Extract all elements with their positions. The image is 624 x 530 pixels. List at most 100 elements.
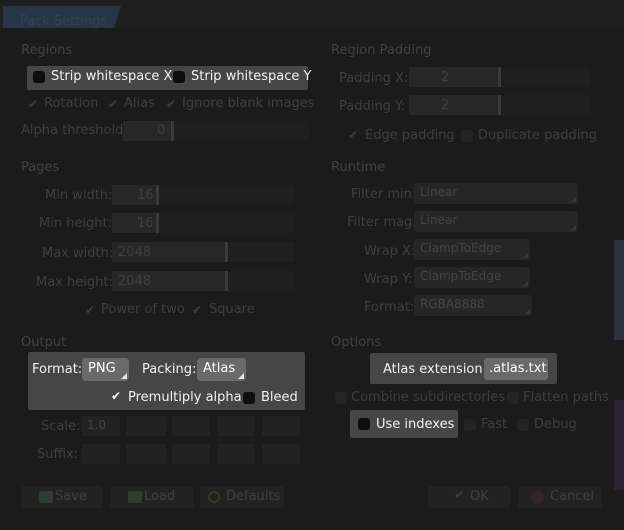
max-width-label: Max width: xyxy=(42,246,114,261)
suffix-field-3[interactable] xyxy=(172,444,210,464)
max-height-handle[interactable] xyxy=(225,271,228,291)
min-height-handle[interactable] xyxy=(156,213,159,233)
duplicate-padding-checkbox[interactable] xyxy=(461,130,473,142)
square-label[interactable]: Square xyxy=(209,302,255,317)
filter-min-label: Filter min: xyxy=(351,187,417,202)
scale-label: Scale: xyxy=(41,419,81,434)
strip-x-checkbox[interactable] xyxy=(33,71,45,83)
scale-field-1[interactable]: 1.0 xyxy=(82,416,120,436)
edge-padding-label[interactable]: Edge padding xyxy=(365,128,455,143)
use-indexes-checkbox[interactable] xyxy=(358,418,370,430)
output-heading: Output xyxy=(21,335,67,350)
ignore-blank-label[interactable]: Ignore blank images xyxy=(182,96,314,111)
suffix-field-5[interactable] xyxy=(262,444,300,464)
max-height-value: 2048 xyxy=(118,274,152,289)
ok-label: OK xyxy=(470,489,489,504)
suffix-label: Suffix: xyxy=(37,447,79,462)
ok-check-icon: ✔ xyxy=(454,488,465,503)
filter-min-select[interactable]: Linear xyxy=(414,183,578,204)
use-indexes-label[interactable]: Use indexes xyxy=(376,417,454,432)
flatten-paths-label[interactable]: Flatten paths xyxy=(523,390,609,405)
wrap-y-label: Wrap Y: xyxy=(364,272,413,287)
padding-x-handle[interactable] xyxy=(498,67,501,87)
scale-field-5[interactable] xyxy=(262,416,300,436)
runtime-format-select[interactable]: RGBA8888 xyxy=(414,295,532,316)
save-icon xyxy=(39,491,53,503)
scale-field-2[interactable] xyxy=(126,416,166,436)
max-width-handle[interactable] xyxy=(225,242,228,262)
padding-x-value: 2 xyxy=(441,70,450,85)
scale-field-3[interactable] xyxy=(172,416,210,436)
background-window-edge-2 xyxy=(614,400,624,490)
padding-x-fill xyxy=(409,67,498,87)
flatten-paths-checkbox[interactable] xyxy=(507,392,519,404)
cancel-icon xyxy=(531,491,544,504)
power-of-two-check-icon[interactable]: ✔ xyxy=(85,303,95,317)
fast-label[interactable]: Fast xyxy=(481,417,507,432)
bleed-checkbox[interactable] xyxy=(243,392,255,404)
packing-select[interactable]: Atlas xyxy=(197,358,246,381)
atlas-extension-input[interactable]: .atlas.txt xyxy=(484,358,548,380)
region-padding-heading: Region Padding xyxy=(331,43,432,58)
pages-heading: Pages xyxy=(21,160,60,175)
combine-subdirectories-label[interactable]: Combine subdirectories xyxy=(351,390,505,405)
save-button[interactable]: Save xyxy=(21,486,103,508)
runtime-heading: Runtime xyxy=(331,160,386,175)
suffix-field-2[interactable] xyxy=(126,444,166,464)
filter-mag-label: Filter mag: xyxy=(347,215,417,230)
alpha-threshold-label: Alpha threshold: xyxy=(21,123,128,138)
filter-mag-select[interactable]: Linear xyxy=(414,211,578,232)
suffix-field-4[interactable] xyxy=(217,444,255,464)
ok-button[interactable]: ✔ OK xyxy=(428,486,510,508)
alpha-threshold-value: 0 xyxy=(157,123,166,138)
alias-check-icon[interactable]: ✔ xyxy=(108,97,118,111)
min-height-value: 16 xyxy=(137,216,154,231)
rotation-check-icon[interactable]: ✔ xyxy=(28,97,38,111)
bleed-label[interactable]: Bleed xyxy=(261,390,298,405)
alias-label[interactable]: Alias xyxy=(124,96,155,111)
wrap-x-select[interactable]: ClampToEdge xyxy=(414,239,530,260)
pack-settings-dialog: Pack Settings Regions Strip whitespace X… xyxy=(0,0,624,530)
premultiply-check-icon[interactable]: ✔ xyxy=(111,389,121,403)
debug-checkbox[interactable] xyxy=(517,419,529,431)
strip-x-label[interactable]: Strip whitespace X xyxy=(51,69,172,84)
background-window-edge xyxy=(614,240,624,340)
regions-heading: Regions xyxy=(21,43,73,58)
fast-checkbox[interactable] xyxy=(464,419,476,431)
wrap-x-label: Wrap X: xyxy=(364,244,416,259)
scale-field-4[interactable] xyxy=(217,416,255,436)
min-width-handle[interactable] xyxy=(156,185,159,205)
strip-y-label[interactable]: Strip whitespace Y xyxy=(191,69,311,84)
ignore-blank-check-icon[interactable]: ✔ xyxy=(166,97,176,111)
load-button[interactable]: Load xyxy=(110,486,194,508)
defaults-button[interactable]: Defaults xyxy=(200,486,284,508)
options-heading: Options xyxy=(331,335,382,350)
duplicate-padding-label[interactable]: Duplicate padding xyxy=(478,128,597,143)
alpha-threshold-handle[interactable] xyxy=(171,121,174,141)
padding-y-fill xyxy=(409,95,498,115)
cancel-label: Cancel xyxy=(550,489,595,504)
edge-padding-check-icon[interactable]: ✔ xyxy=(348,128,358,142)
cancel-button[interactable]: Cancel xyxy=(518,486,602,508)
debug-label[interactable]: Debug xyxy=(534,417,577,432)
strip-y-checkbox[interactable] xyxy=(173,71,185,83)
padding-x-label: Padding X: xyxy=(339,71,409,86)
rotation-label[interactable]: Rotation xyxy=(44,96,98,111)
combine-subdirectories-checkbox[interactable] xyxy=(335,392,347,404)
min-height-label: Min height: xyxy=(39,216,113,231)
wrap-y-select[interactable]: ClampToEdge xyxy=(414,267,530,288)
atlas-extension-label: Atlas extension: xyxy=(383,362,487,377)
max-width-value: 2048 xyxy=(118,245,152,260)
packing-label: Packing: xyxy=(142,362,197,377)
padding-y-value: 2 xyxy=(441,98,450,113)
square-check-icon[interactable]: ✔ xyxy=(192,303,202,317)
output-format-label: Format: xyxy=(32,362,83,377)
premultiply-alpha-label[interactable]: Premultiply alpha xyxy=(128,390,242,405)
output-format-select[interactable]: PNG xyxy=(82,358,129,381)
power-of-two-label[interactable]: Power of two xyxy=(101,302,185,317)
max-height-label: Max height: xyxy=(36,275,113,290)
defaults-icon xyxy=(208,491,220,503)
padding-y-handle[interactable] xyxy=(498,95,501,115)
suffix-field-1[interactable] xyxy=(82,444,120,464)
min-width-value: 16 xyxy=(137,188,154,203)
